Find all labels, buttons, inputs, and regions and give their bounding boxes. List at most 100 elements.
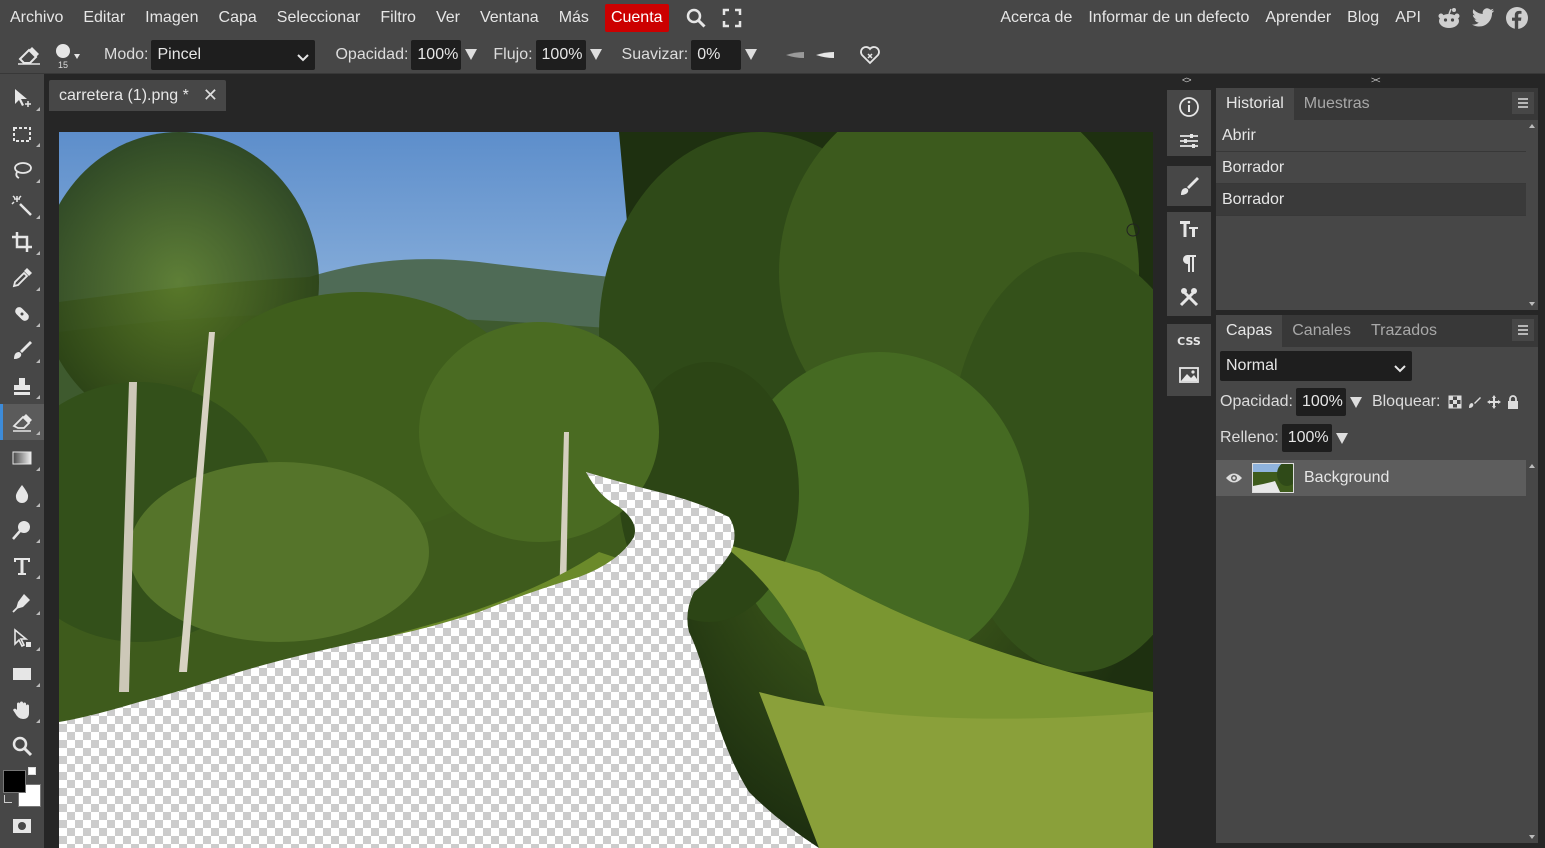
opacity-input[interactable]: 100%: [411, 39, 462, 70]
search-icon[interactable]: [685, 7, 707, 29]
brush-settings-icon[interactable]: [1167, 166, 1211, 206]
foreground-color-swatch[interactable]: [3, 770, 26, 793]
swap-colors-icon[interactable]: [28, 767, 36, 775]
adjustments-icon[interactable]: [1167, 124, 1211, 158]
menu-ventana[interactable]: Ventana: [470, 0, 549, 36]
scroll-up-icon[interactable]: [1529, 464, 1535, 468]
hand-icon: [13, 701, 29, 719]
zoom-tool[interactable]: [0, 728, 44, 764]
mode-select[interactable]: Pincel: [151, 39, 316, 70]
menu-mas[interactable]: Más: [549, 0, 599, 36]
history-panel-menu-button[interactable]: [1512, 92, 1534, 114]
smooth-dropdown-arrow[interactable]: [745, 49, 758, 60]
heart-icon[interactable]: [859, 45, 881, 65]
paragraph-icon[interactable]: [1167, 246, 1211, 280]
layers-panel: Capas Canales Trazados Normal Opacidad: …: [1216, 315, 1538, 843]
menu-acerca-de[interactable]: Acerca de: [992, 0, 1080, 36]
account-button[interactable]: Cuenta: [604, 4, 669, 32]
eyedropper-tool[interactable]: [0, 260, 44, 296]
brush-size-picker[interactable]: 15: [52, 40, 88, 70]
menu-capa[interactable]: Capa: [209, 0, 267, 36]
menu-imagen[interactable]: Imagen: [135, 0, 208, 36]
twitter-icon[interactable]: [1471, 8, 1495, 28]
history-scrollbar[interactable]: [1526, 120, 1538, 310]
move-tool[interactable]: [0, 80, 44, 116]
menu-ver[interactable]: Ver: [426, 0, 470, 36]
lock-all-icon[interactable]: [1507, 395, 1519, 409]
gradient-tool[interactable]: [0, 440, 44, 476]
clone-stamp-tool[interactable]: [0, 368, 44, 404]
info-icon[interactable]: [1167, 90, 1211, 124]
flow-input[interactable]: 100%: [535, 39, 586, 70]
lasso-tool[interactable]: [0, 152, 44, 188]
facebook-icon[interactable]: [1505, 6, 1529, 30]
shape-tool[interactable]: [0, 656, 44, 692]
menu-blog[interactable]: Blog: [1339, 0, 1387, 36]
character-icon[interactable]: [1167, 212, 1211, 246]
history-item[interactable]: Borrador: [1216, 152, 1526, 184]
opacity-dropdown-arrow[interactable]: [465, 49, 478, 60]
lock-position-icon[interactable]: [1487, 395, 1502, 409]
layer-row[interactable]: Background: [1216, 460, 1526, 496]
eraser-tool[interactable]: [0, 404, 44, 440]
collapse-panels-icon[interactable]: ><: [1371, 75, 1380, 85]
fill-dropdown-arrow[interactable]: [1335, 432, 1348, 444]
path-select-tool[interactable]: [0, 620, 44, 656]
marquee-tool[interactable]: [0, 116, 44, 152]
tool-more-indicator: [36, 287, 40, 291]
flow-dropdown-arrow[interactable]: [589, 49, 602, 60]
layer-opacity-input[interactable]: 100%: [1295, 388, 1346, 416]
blur-tool[interactable]: [0, 476, 44, 512]
eye-icon[interactable]: [1225, 471, 1243, 485]
scroll-up-icon[interactable]: [1529, 124, 1535, 128]
reset-colors-icon[interactable]: [4, 795, 12, 803]
expand-panels-icon[interactable]: <>: [1182, 75, 1191, 85]
layers-scrollbar[interactable]: [1526, 460, 1538, 843]
tab-capas[interactable]: Capas: [1216, 315, 1283, 347]
layer-opacity-dropdown-arrow[interactable]: [1349, 396, 1362, 408]
color-swatches: [0, 764, 44, 808]
dodge-tool[interactable]: [0, 512, 44, 548]
tab-trazados[interactable]: Trazados: [1361, 315, 1447, 347]
eraser-preset-icon[interactable]: [16, 44, 44, 66]
hand-tool[interactable]: [0, 692, 44, 728]
css-icon[interactable]: CSS: [1167, 324, 1211, 358]
magic-wand-tool[interactable]: [0, 188, 44, 224]
fill-input[interactable]: 100%: [1281, 424, 1332, 452]
brush-tool[interactable]: [0, 332, 44, 368]
healing-tool[interactable]: [0, 296, 44, 332]
history-item[interactable]: Borrador: [1216, 184, 1526, 216]
menu-api[interactable]: API: [1387, 0, 1429, 36]
smooth-input[interactable]: 0%: [691, 39, 742, 70]
menu-archivo[interactable]: Archivo: [0, 0, 73, 36]
close-icon[interactable]: ✕: [203, 85, 218, 106]
image-icon[interactable]: [1167, 358, 1211, 392]
tool-presets-icon[interactable]: [1167, 280, 1211, 314]
scroll-down-icon[interactable]: [1529, 835, 1535, 839]
lock-transparency-icon[interactable]: [1448, 395, 1462, 409]
menu-informar-defecto[interactable]: Informar de un defecto: [1080, 0, 1257, 36]
tab-historial[interactable]: Historial: [1216, 88, 1294, 120]
document-tab[interactable]: carretera (1).png * ✕: [49, 80, 226, 111]
menu-editar[interactable]: Editar: [73, 0, 135, 36]
pressure-opacity-icon[interactable]: [815, 50, 835, 60]
menu-filtro[interactable]: Filtro: [370, 0, 426, 36]
pressure-size-icon[interactable]: [785, 50, 805, 60]
layers-list: Background: [1216, 460, 1538, 843]
blend-mode-select[interactable]: Normal: [1220, 351, 1412, 381]
layers-panel-menu-button[interactable]: [1512, 319, 1534, 341]
scroll-down-icon[interactable]: [1529, 302, 1535, 306]
pen-tool[interactable]: [0, 584, 44, 620]
menu-aprender[interactable]: Aprender: [1257, 0, 1339, 36]
history-item[interactable]: Abrir: [1216, 120, 1526, 152]
tab-canales[interactable]: Canales: [1282, 315, 1361, 347]
type-tool[interactable]: [0, 548, 44, 584]
fullscreen-icon[interactable]: [721, 7, 743, 29]
menu-seleccionar[interactable]: Seleccionar: [267, 0, 371, 36]
tab-muestras[interactable]: Muestras: [1294, 88, 1380, 120]
reddit-icon[interactable]: [1437, 7, 1461, 29]
crop-tool[interactable]: [0, 224, 44, 260]
quick-mask-button[interactable]: [0, 808, 44, 844]
image-canvas[interactable]: [59, 132, 1153, 848]
lock-pixels-icon[interactable]: [1468, 395, 1482, 409]
